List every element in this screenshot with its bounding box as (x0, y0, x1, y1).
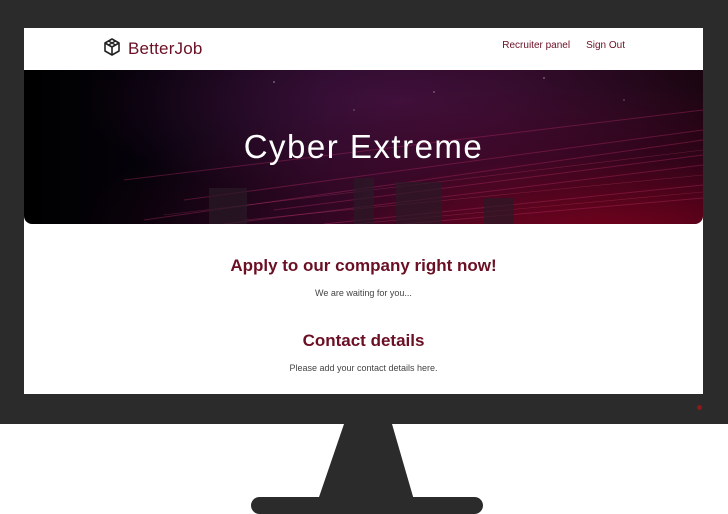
monitor-stand (318, 424, 414, 500)
monitor-base (251, 497, 483, 514)
